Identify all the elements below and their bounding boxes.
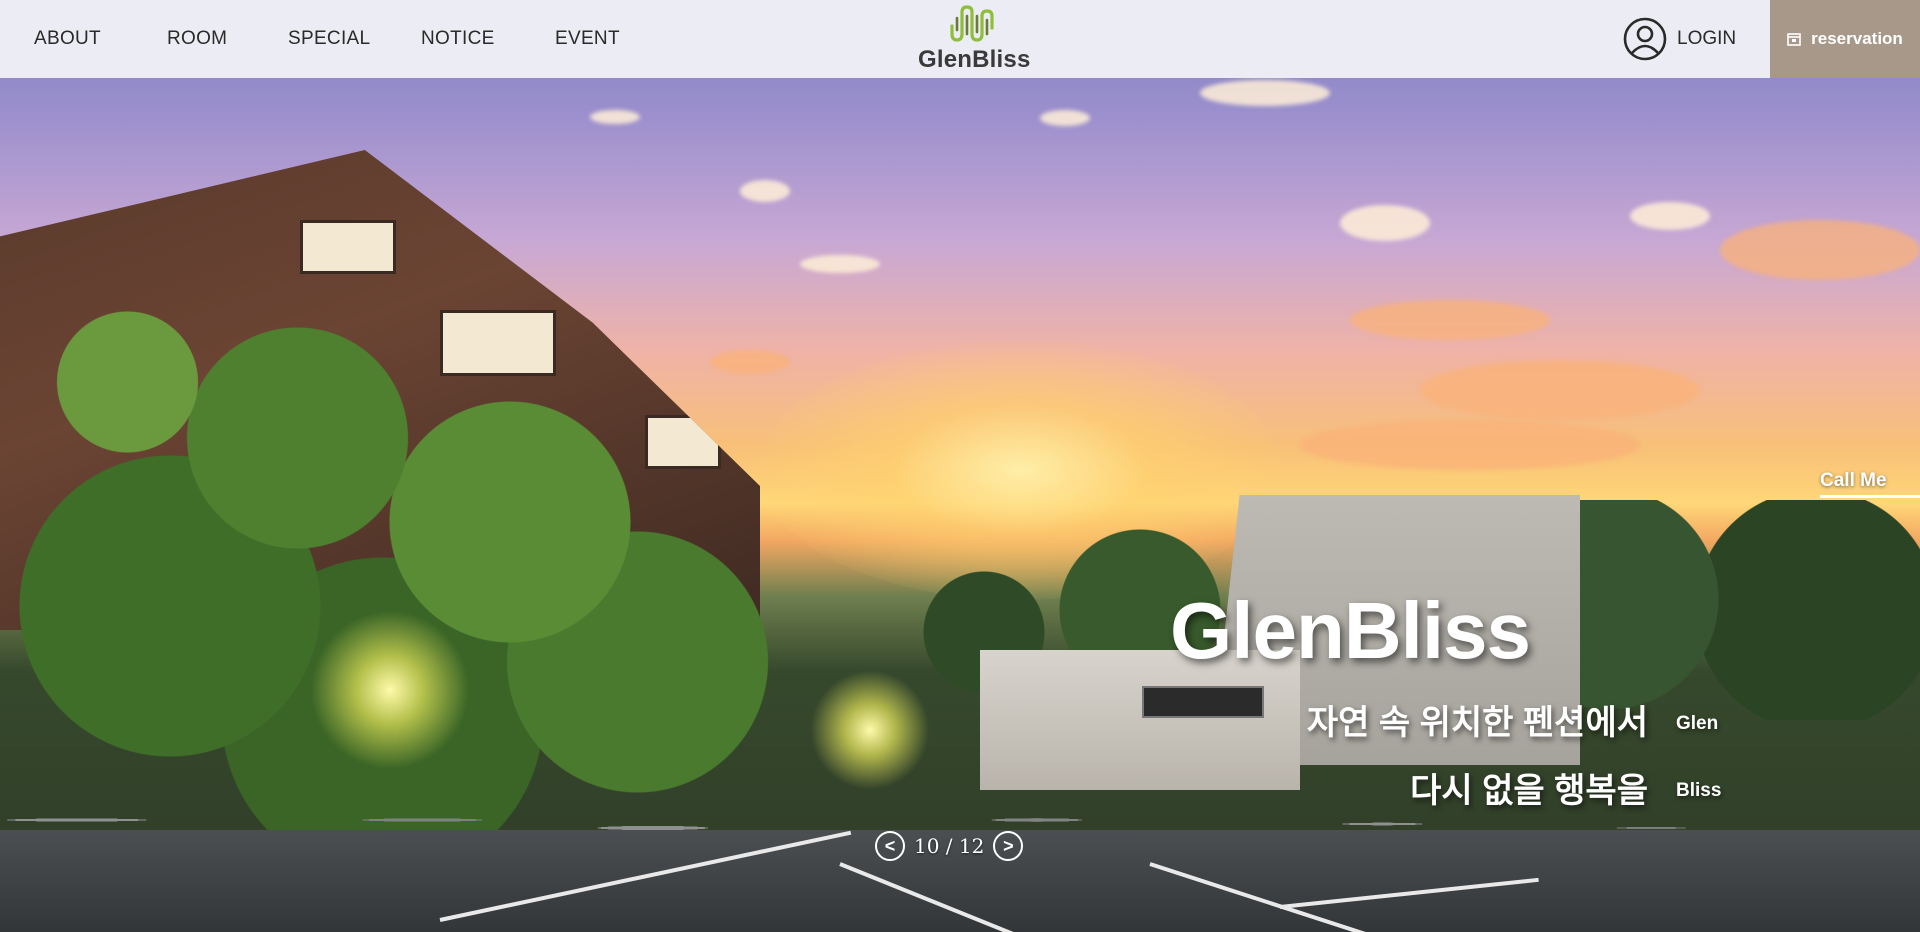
user-icon	[1623, 17, 1667, 61]
cloud	[1200, 80, 1330, 106]
slider-prev-button[interactable]: <	[875, 831, 905, 861]
nav-item-notice[interactable]: NOTICE	[421, 28, 555, 50]
logo-text: GlenBliss	[918, 46, 1031, 73]
hero-side-label-glen: Glen	[1676, 713, 1719, 734]
nav-item-event[interactable]: EVENT	[555, 28, 635, 50]
login-label: LOGIN	[1677, 28, 1737, 49]
cloud	[1420, 360, 1700, 420]
cloud	[590, 110, 640, 124]
call-me-underline	[1820, 495, 1920, 498]
main-nav: ABOUT ROOM SPECIAL NOTICE EVENT	[34, 0, 635, 78]
cloud	[1350, 300, 1550, 340]
slider-controls: < 10 / 12 >	[875, 829, 1024, 863]
call-me-link[interactable]: Call Me	[1820, 470, 1887, 492]
garden-lamp	[810, 670, 930, 790]
slide-counter: 10 / 12	[914, 834, 985, 858]
login-button[interactable]: LOGIN	[1623, 15, 1736, 63]
cloud	[1040, 110, 1090, 126]
reservation-label: reservation	[1811, 29, 1903, 48]
nav-item-special[interactable]: SPECIAL	[288, 28, 421, 50]
calendar-icon	[1787, 33, 1801, 46]
nav-item-about[interactable]: ABOUT	[34, 28, 167, 50]
site-logo[interactable]: GlenBliss	[918, 4, 1031, 76]
slider-next-button[interactable]: >	[993, 831, 1024, 861]
hero-tagline-2: 다시 없을 행복을	[1410, 772, 1648, 810]
garden-lamp	[310, 610, 470, 770]
reservation-button[interactable]: reservation	[1770, 0, 1920, 78]
wave-logo-icon	[950, 5, 994, 42]
cloud	[1300, 420, 1640, 470]
hero-side-label-bliss: Bliss	[1676, 780, 1722, 801]
building-window	[300, 220, 396, 274]
cloud	[1340, 205, 1430, 241]
site-header: ABOUT ROOM SPECIAL NOTICE EVENT GlenBlis…	[0, 0, 1920, 78]
hero-tagline-1: 자연 속 위치한 펜션에서	[1306, 704, 1648, 742]
cloud	[740, 180, 790, 202]
nav-item-room[interactable]: ROOM	[167, 28, 288, 50]
cloud	[1630, 202, 1710, 230]
cloud	[1720, 220, 1920, 280]
hero-title: GlenBliss	[1170, 586, 1531, 675]
